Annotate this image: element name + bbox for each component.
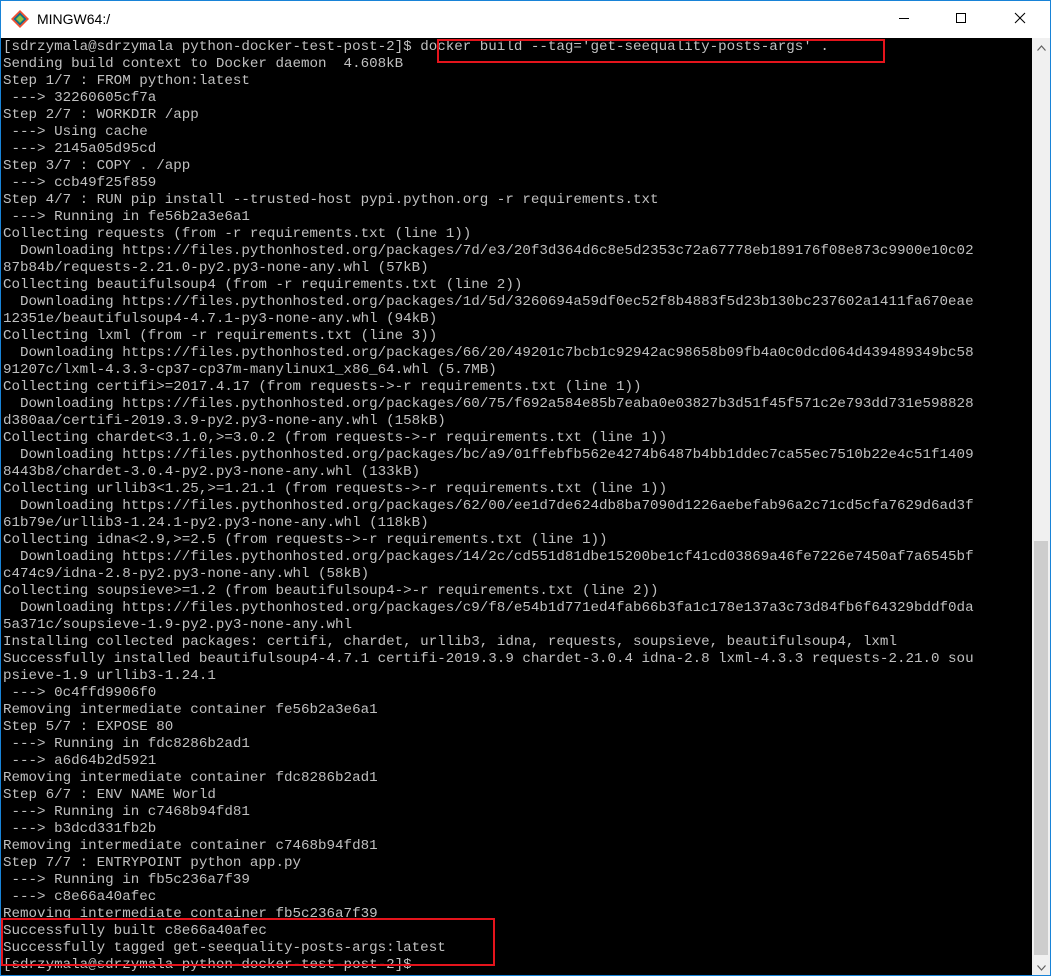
- output-line: Collecting certifi>=2017.4.17 (from requ…: [3, 379, 642, 395]
- output-line: ---> ccb49f25f859: [3, 175, 157, 191]
- success-highlight-box: [1, 918, 495, 966]
- output-line: 5a371c/soupsieve-1.9-py2.py3-none-any.wh…: [3, 617, 353, 633]
- output-line: 87b84b/requests-2.21.0-py2.py3-none-any.…: [3, 260, 429, 276]
- prompt-text: [sdrzymala@sdrzymala python-docker-test-…: [3, 39, 421, 55]
- output-line: Removing intermediate container c7468b94…: [3, 838, 378, 854]
- output-line: Downloading https://files.pythonhosted.o…: [3, 600, 974, 616]
- output-line: Removing intermediate container fe56b2a3…: [3, 702, 378, 718]
- output-line: ---> a6d64b2d5921: [3, 753, 157, 769]
- output-line: Successfully installed beautifulsoup4-4.…: [3, 651, 974, 667]
- maximize-button[interactable]: [938, 1, 984, 38]
- output-line: ---> Running in c7468b94fd81: [3, 804, 250, 820]
- output-line: ---> c8e66a40afec: [3, 889, 157, 905]
- output-line: ---> Running in fb5c236a7f39: [3, 872, 250, 888]
- output-line: Downloading https://files.pythonhosted.o…: [3, 396, 974, 412]
- output-line: Step 1/7 : FROM python:latest: [3, 73, 250, 89]
- close-button[interactable]: [997, 1, 1043, 38]
- output-line: Downloading https://files.pythonhosted.o…: [3, 294, 974, 310]
- output-line: ---> Running in fe56b2a3e6a1: [3, 209, 250, 225]
- output-line: 8443b8/chardet-3.0.4-py2.py3-none-any.wh…: [3, 464, 421, 480]
- output-line: psieve-1.9 urllib3-1.24.1: [3, 668, 216, 684]
- output-line: d380aa/certifi-2019.3.9-py2.py3-none-any…: [3, 413, 446, 429]
- output-line: ---> 2145a05d95cd: [3, 141, 157, 157]
- terminal-window: MINGW64:/ [sdrzymala@sdrzymala python-do…: [0, 0, 1051, 976]
- output-line: Collecting chardet<3.1.0,>=3.0.2 (from r…: [3, 430, 668, 446]
- output-line: ---> b3dcd331fb2b: [3, 821, 157, 837]
- scroll-thumb[interactable]: [1034, 541, 1048, 955]
- output-line: ---> 32260605cf7a: [3, 90, 157, 106]
- terminal-lines: [sdrzymala@sdrzymala python-docker-test-…: [3, 39, 974, 974]
- output-line: ---> Using cache: [3, 124, 148, 140]
- output-line: Collecting requests (from -r requirement…: [3, 226, 472, 242]
- minimize-icon: [898, 11, 910, 29]
- output-line: Step 4/7 : RUN pip install --trusted-hos…: [3, 192, 659, 208]
- output-line: Collecting beautifulsoup4 (from -r requi…: [3, 277, 523, 293]
- output-block: Sending build context to Docker daemon 4…: [3, 56, 974, 957]
- output-line: Collecting urllib3<1.25,>=1.21.1 (from r…: [3, 481, 668, 497]
- output-line: Installing collected packages: certifi, …: [3, 634, 897, 650]
- output-line: ---> Running in fdc8286b2ad1: [3, 736, 250, 752]
- title-bar[interactable]: MINGW64:/: [1, 1, 1050, 38]
- git-bash-icon: [11, 10, 29, 28]
- output-line: Step 3/7 : COPY . /app: [3, 158, 191, 174]
- output-line: Downloading https://files.pythonhosted.o…: [3, 447, 974, 463]
- minimize-button[interactable]: [881, 1, 927, 38]
- output-line: Step 7/7 : ENTRYPOINT python app.py: [3, 855, 301, 871]
- maximize-icon: [955, 11, 967, 29]
- scroll-up-arrow-icon: [1036, 38, 1046, 56]
- output-line: Collecting idna<2.9,>=2.5 (from requests…: [3, 532, 608, 548]
- window-title: MINGW64:/: [37, 11, 111, 27]
- output-line: Step 2/7 : WORKDIR /app: [3, 107, 199, 123]
- output-line: Collecting soupsieve>=1.2 (from beautifu…: [3, 583, 659, 599]
- vertical-scrollbar[interactable]: [1032, 38, 1050, 975]
- command-highlight-box: [437, 39, 885, 63]
- output-line: 12351e/beautifulsoup4-4.7.1-py3-none-any…: [3, 311, 438, 327]
- output-line: Collecting lxml (from -r requirements.tx…: [3, 328, 438, 344]
- output-line: Downloading https://files.pythonhosted.o…: [3, 243, 974, 259]
- terminal-output[interactable]: [sdrzymala@sdrzymala python-docker-test-…: [1, 38, 1032, 975]
- output-line: Step 6/7 : ENV NAME World: [3, 787, 216, 803]
- close-icon: [1014, 11, 1026, 29]
- output-line: Removing intermediate container fdc8286b…: [3, 770, 378, 786]
- output-line: Downloading https://files.pythonhosted.o…: [3, 549, 974, 565]
- output-line: c474c9/idna-2.8-py2.py3-none-any.whl (58…: [3, 566, 370, 582]
- output-line: Step 5/7 : EXPOSE 80: [3, 719, 174, 735]
- output-line: Downloading https://files.pythonhosted.o…: [3, 345, 974, 361]
- scroll-up-button[interactable]: [1032, 38, 1050, 55]
- scroll-down-arrow-icon: [1036, 958, 1046, 976]
- output-line: Downloading https://files.pythonhosted.o…: [3, 498, 974, 514]
- output-line: 61b79e/urllib3-1.24.1-py2.py3-none-any.w…: [3, 515, 429, 531]
- scroll-down-button[interactable]: [1032, 958, 1050, 975]
- output-line: ---> 0c4ffd9906f0: [3, 685, 157, 701]
- output-line: 91207c/lxml-4.3.3-cp37-cp37m-manylinux1_…: [3, 362, 497, 378]
